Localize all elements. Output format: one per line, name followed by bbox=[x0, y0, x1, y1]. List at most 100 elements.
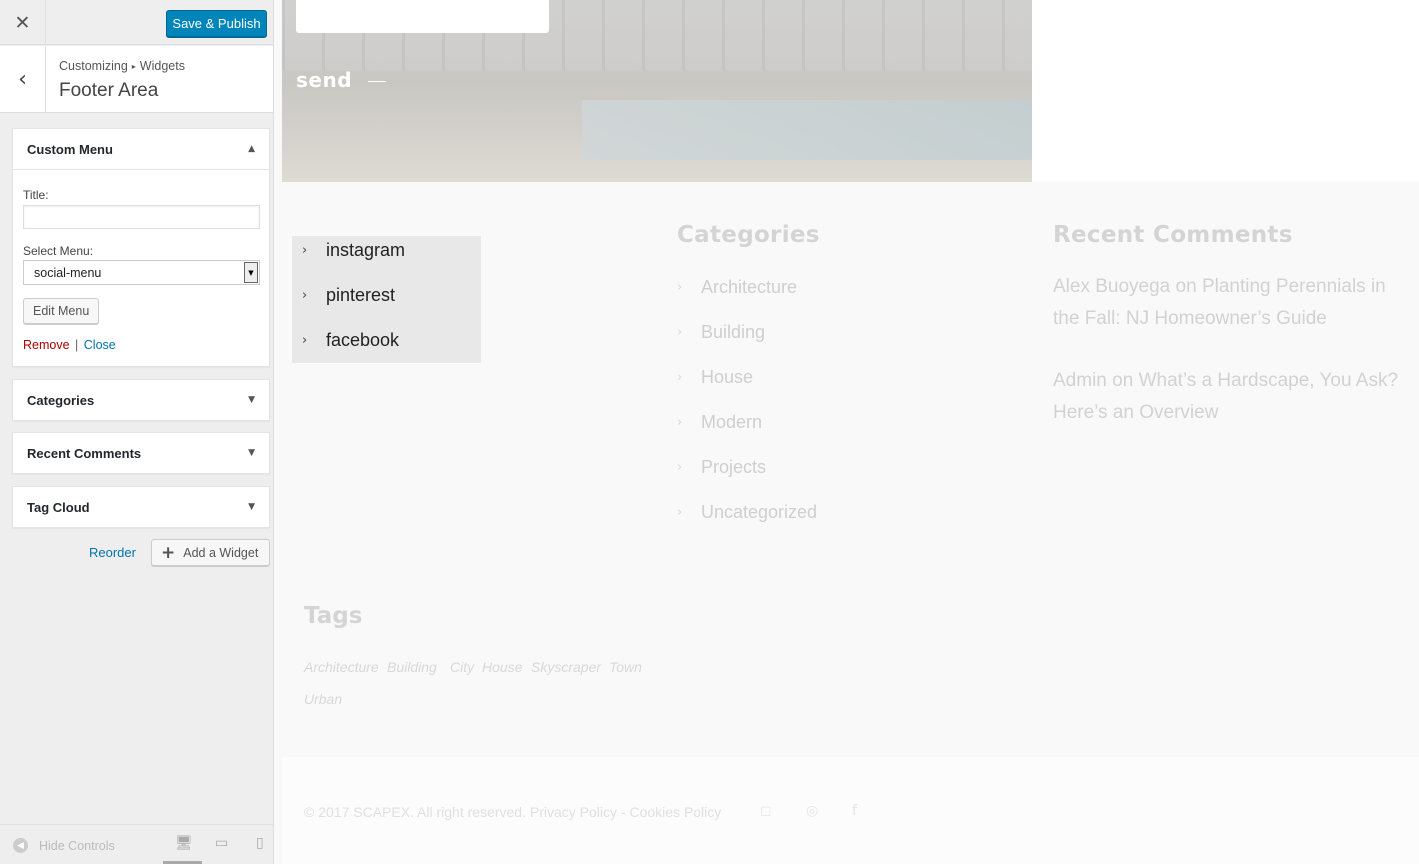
pinterest-icon[interactable]: ◎ bbox=[806, 803, 818, 819]
select-menu-dropdown[interactable]: social-menu ▼ bbox=[23, 260, 260, 285]
plus-icon: + bbox=[161, 542, 176, 563]
hero-input-box[interactable] bbox=[296, 0, 549, 33]
expand-arrow-icon[interactable]: ▼ bbox=[248, 502, 255, 512]
category-item[interactable]: › Architecture bbox=[677, 277, 797, 298]
desktop-icon[interactable]: 🖥 bbox=[175, 835, 193, 851]
category-label: House bbox=[701, 367, 754, 387]
hero-image: send bbox=[282, 0, 1032, 182]
category-item[interactable]: › Modern bbox=[677, 412, 762, 433]
edit-menu-button[interactable]: Edit Menu bbox=[23, 298, 100, 324]
dropdown-arrow-icon[interactable]: ▼ bbox=[244, 262, 258, 283]
social-item-instagram[interactable]: › instagram bbox=[302, 240, 405, 261]
category-item[interactable]: › Projects bbox=[677, 457, 766, 478]
footer-link-separator: - bbox=[620, 804, 626, 820]
send-label: send bbox=[296, 68, 353, 92]
widget-recent-comments[interactable]: Recent Comments ▼ bbox=[12, 432, 270, 474]
chevron-right-icon: › bbox=[302, 243, 308, 258]
widget-categories[interactable]: Categories ▼ bbox=[12, 379, 270, 421]
chevron-right-icon: › bbox=[677, 370, 683, 385]
widget-custom-menu: Custom Menu ▲ Title: Select Menu: social… bbox=[12, 128, 270, 367]
chevron-right-icon: › bbox=[677, 325, 683, 340]
expand-arrow-icon[interactable]: ▼ bbox=[248, 395, 255, 405]
hero-side-panel bbox=[1032, 0, 1419, 182]
category-label: Modern bbox=[701, 412, 763, 432]
tablet-icon[interactable]: ▭ bbox=[215, 835, 228, 851]
hero-pool bbox=[582, 100, 1032, 160]
action-separator: | bbox=[75, 338, 79, 352]
collapse-arrow-icon[interactable]: ▲ bbox=[248, 144, 255, 154]
tag-link[interactable]: Town bbox=[609, 659, 642, 675]
collapse-icon: ◀ bbox=[13, 838, 28, 853]
category-label: Architecture bbox=[701, 277, 798, 297]
chevron-right-icon: › bbox=[677, 280, 683, 295]
close-link[interactable]: Close bbox=[84, 338, 116, 352]
social-item-pinterest[interactable]: › pinterest bbox=[302, 285, 395, 306]
select-menu-label: Select Menu: bbox=[23, 244, 94, 258]
widget-recent-comments-header[interactable]: Recent Comments ▼ bbox=[13, 433, 269, 473]
widget-custom-menu-header[interactable]: Custom Menu ▲ bbox=[13, 129, 269, 170]
hide-controls-label: Hide Controls bbox=[39, 838, 115, 853]
widget-title: Categories bbox=[27, 392, 95, 408]
chevron-right-icon: › bbox=[677, 460, 683, 475]
title-input[interactable] bbox=[23, 205, 260, 229]
tag-link[interactable]: Urban bbox=[304, 691, 342, 707]
reorder-link[interactable]: Reorder bbox=[89, 545, 136, 560]
site-footer: © 2017 SCAPEX. All right reserved. Priva… bbox=[282, 757, 1419, 864]
comment-author[interactable]: Alex Buoyega bbox=[1053, 276, 1170, 297]
category-label: Uncategorized bbox=[701, 502, 818, 522]
category-item[interactable]: › Building bbox=[677, 322, 765, 343]
widget-title: Custom Menu bbox=[27, 141, 113, 157]
comment-on: on bbox=[1112, 370, 1134, 391]
chevron-right-icon: › bbox=[302, 288, 308, 303]
mobile-icon[interactable]: ▯ bbox=[256, 835, 264, 851]
category-label: Projects bbox=[701, 457, 767, 477]
facebook-icon[interactable]: f bbox=[852, 803, 857, 819]
breadcrumb-parent: Customizing bbox=[59, 59, 128, 73]
title-label: Title: bbox=[23, 188, 49, 202]
privacy-policy-link[interactable]: Privacy Policy bbox=[530, 804, 617, 820]
widget-tag-cloud-header[interactable]: Tag Cloud ▼ bbox=[13, 487, 269, 527]
add-widget-label: Add a Widget bbox=[183, 545, 259, 560]
chevron-right-icon: › bbox=[677, 415, 683, 430]
tag-link[interactable]: Skyscraper bbox=[531, 659, 601, 675]
category-label: Building bbox=[701, 322, 766, 342]
social-label: facebook bbox=[326, 330, 400, 350]
tag-link[interactable]: Building bbox=[387, 659, 437, 675]
social-menu: › instagram › pinterest › facebook bbox=[292, 236, 481, 363]
chevron-right-icon: › bbox=[302, 333, 308, 348]
section-title: Footer Area bbox=[59, 80, 159, 101]
social-label: pinterest bbox=[326, 285, 396, 305]
expand-arrow-icon[interactable]: ▼ bbox=[248, 448, 255, 458]
customizer-sidebar: ✕ Save & Publish ‹ Customizing ▸ Widgets F… bbox=[0, 0, 274, 864]
cookies-policy-link[interactable]: Cookies Policy bbox=[629, 804, 721, 820]
comment-author[interactable]: Admin bbox=[1053, 370, 1107, 391]
recent-comments-heading: Recent Comments bbox=[1053, 222, 1293, 248]
category-item[interactable]: › House bbox=[677, 367, 753, 388]
site-preview: send › instagram › pinterest › facebook Cat… bbox=[274, 0, 1419, 864]
hide-controls-button[interactable]: ◀ Hide Controls bbox=[13, 838, 115, 853]
widget-tag-cloud[interactable]: Tag Cloud ▼ bbox=[12, 486, 270, 528]
tag-link[interactable]: House bbox=[482, 659, 522, 675]
close-icon[interactable]: ✕ bbox=[0, 0, 46, 45]
widget-title: Tag Cloud bbox=[27, 499, 90, 515]
copyright-text: © 2017 SCAPEX. All right reserved. Priva… bbox=[304, 804, 721, 820]
send-button[interactable]: send bbox=[296, 68, 387, 92]
widget-categories-header[interactable]: Categories ▼ bbox=[13, 380, 269, 420]
categories-heading: Categories bbox=[677, 222, 820, 248]
breadcrumb-separator-icon: ▸ bbox=[131, 62, 136, 71]
remove-link[interactable]: Remove bbox=[23, 338, 70, 352]
social-item-facebook[interactable]: › facebook bbox=[302, 330, 399, 351]
back-icon[interactable]: ‹ bbox=[0, 46, 46, 112]
category-item[interactable]: › Uncategorized bbox=[677, 502, 817, 523]
instagram-icon[interactable]: ◻ bbox=[760, 803, 772, 819]
social-label: instagram bbox=[326, 240, 406, 260]
comment-on: on bbox=[1175, 276, 1197, 297]
recent-comment: Admin on What’s a Hardscape, You Ask? He… bbox=[1053, 365, 1403, 429]
widget-title: Recent Comments bbox=[27, 445, 142, 461]
add-widget-button[interactable]: + Add a Widget bbox=[151, 539, 270, 566]
widget-custom-menu-body: Title: Select Menu: social-menu ▼ Edit M… bbox=[13, 188, 269, 352]
tag-link[interactable]: City bbox=[450, 659, 474, 675]
customizer-header: ✕ Save & Publish bbox=[0, 0, 273, 45]
tag-link[interactable]: Architecture bbox=[304, 659, 379, 675]
save-publish-button[interactable]: Save & Publish bbox=[166, 10, 267, 37]
